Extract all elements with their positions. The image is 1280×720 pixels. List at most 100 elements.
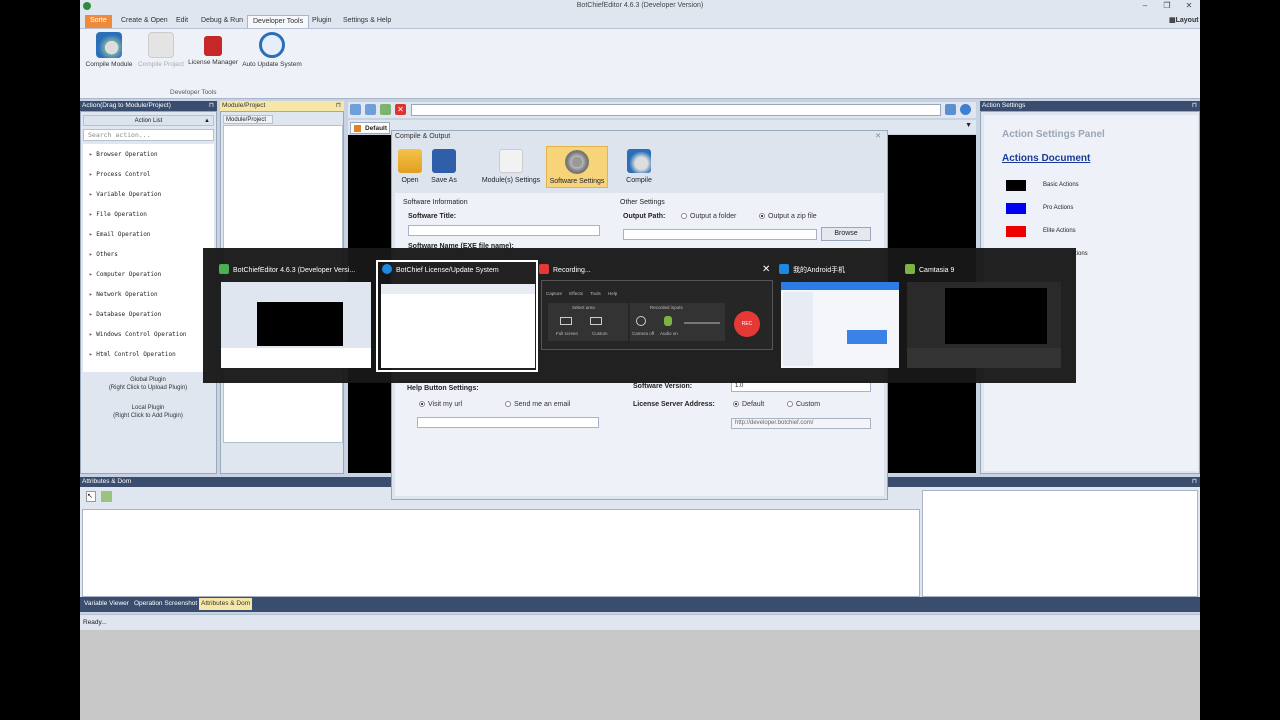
app-icon: [905, 264, 915, 274]
tab-attributes-dom[interactable]: Attributes & Dom: [199, 598, 253, 610]
menu-create-open[interactable]: Create & Open: [116, 15, 173, 28]
auto-update-button[interactable]: Auto Update System: [241, 32, 303, 68]
action-email-operation[interactable]: Email Operation: [89, 231, 150, 238]
url-input[interactable]: [411, 104, 941, 116]
switcher-title-text: BotChief License/Update System: [396, 267, 499, 274]
tab-default[interactable]: Default: [350, 122, 390, 134]
actions-document-link[interactable]: Actions Document: [1002, 153, 1090, 164]
action-list-header[interactable]: Action List ▲: [83, 115, 214, 126]
compile-module-button[interactable]: Compile Module: [85, 32, 133, 68]
rec-inputs-label: Recorded inputs: [650, 305, 683, 310]
search-input[interactable]: Search action...: [83, 129, 214, 141]
tab-default-label: Default: [365, 125, 388, 132]
pin-icon[interactable]: ⊓: [1192, 477, 1197, 487]
minimize-button[interactable]: –: [1138, 1, 1152, 11]
default-radio[interactable]: Default: [733, 401, 764, 408]
action-computer-operation[interactable]: Computer Operation: [89, 271, 161, 278]
rec-select-area: Select area Full screen Custom: [548, 303, 628, 341]
switcher-title-text: Camtasia 9: [919, 267, 955, 274]
module-tab[interactable]: Module/Project: [223, 115, 273, 124]
compile-button[interactable]: Compile: [622, 149, 656, 184]
switcher-item-android[interactable]: 我的Android手机: [779, 262, 901, 370]
output-zip-radio[interactable]: Output a zip file: [759, 213, 817, 220]
save-as-button[interactable]: Save As: [428, 149, 460, 184]
menu-home[interactable]: Sorte: [85, 15, 112, 28]
output-path-input[interactable]: [623, 229, 817, 240]
software-settings-label: Software Settings: [549, 178, 605, 185]
go-icon[interactable]: [945, 104, 956, 115]
action-variable-operation[interactable]: Variable Operation: [89, 191, 161, 198]
local-plugin[interactable]: Local Plugin (Right Click to Add Plugin): [81, 404, 215, 420]
close-button[interactable]: ✕: [1182, 1, 1196, 11]
folder-icon: [398, 149, 422, 173]
action-browser-operation[interactable]: Browser Operation: [89, 151, 157, 158]
switcher-title-text: 我的Android手机: [793, 267, 846, 274]
switcher-item-license-system[interactable]: BotChief License/Update System: [376, 260, 538, 372]
action-file-operation[interactable]: File Operation: [89, 211, 147, 218]
lock-icon: [204, 36, 222, 56]
rec-custom-label: Custom: [592, 331, 608, 336]
close-icon[interactable]: ✕: [762, 264, 770, 275]
output-folder-radio[interactable]: Output a folder: [681, 213, 736, 220]
task-switcher: BotChiefEditor 4.6.3 (Developer Versi...…: [203, 248, 1076, 383]
action-settings-header: Action Settings ⊓: [980, 101, 1200, 111]
pin-icon[interactable]: ⊓: [1192, 101, 1197, 111]
pin-icon[interactable]: ⊓: [209, 101, 214, 111]
action-others[interactable]: Others: [89, 251, 118, 258]
action-process-control[interactable]: Process Control: [89, 171, 150, 178]
global-plugin[interactable]: Global Plugin (Right Click to Upload Plu…: [81, 376, 215, 392]
menu-debug-run[interactable]: Debug & Run: [196, 15, 248, 28]
open-button[interactable]: Open: [398, 149, 422, 184]
pin-icon[interactable]: ⊓: [336, 101, 341, 111]
menu-settings-help[interactable]: Settings & Help: [338, 15, 396, 28]
tab-operation-screenshot[interactable]: Operation Screenshot: [134, 600, 197, 607]
server-url-input[interactable]: http://developer.botchief.com/: [731, 418, 871, 429]
software-settings-button[interactable]: Software Settings: [546, 146, 608, 188]
app-icon: [539, 264, 549, 274]
compile-project-label: Compile Project: [138, 61, 184, 68]
license-server-label: License Server Address:: [633, 401, 715, 408]
maximize-button[interactable]: ❐: [1160, 1, 1174, 11]
send-email-radio[interactable]: Send me an email: [505, 401, 570, 408]
refresh-icon[interactable]: [380, 104, 391, 115]
radio-dot: [733, 401, 739, 407]
cursor-select-icon[interactable]: ↖: [86, 491, 96, 502]
module-panel-header: Module/Project ⊓: [220, 101, 344, 111]
menu-plugin[interactable]: Plugin: [307, 15, 336, 28]
custom-radio[interactable]: Custom: [787, 401, 820, 408]
switcher-item-botchief-editor[interactable]: BotChiefEditor 4.6.3 (Developer Versi...: [219, 262, 372, 370]
tab-dropdown-icon[interactable]: ▼: [965, 122, 972, 129]
switcher-item-title: BotChiefEditor 4.6.3 (Developer Versi...: [219, 264, 369, 276]
browse-button[interactable]: Browse: [821, 227, 871, 241]
editor-toolbar: ✕: [348, 102, 976, 118]
stop-icon[interactable]: ✕: [395, 104, 406, 115]
disc-icon: [627, 149, 651, 173]
highlight-icon[interactable]: [101, 491, 112, 502]
license-manager-button[interactable]: License Manager: [188, 32, 238, 66]
menu-edit[interactable]: Edit: [171, 15, 193, 28]
action-windows-control[interactable]: Windows Control Operation: [89, 331, 186, 338]
dialog-close-icon[interactable]: ✕: [875, 131, 881, 143]
settings-icon[interactable]: [960, 104, 971, 115]
layout-label: Layout: [1175, 17, 1199, 24]
window-thumbnail: [381, 284, 535, 368]
dialog-title-bar: Compile & Output ✕: [392, 131, 887, 143]
modules-settings-button[interactable]: Module(s) Settings: [478, 149, 544, 184]
collapse-icon[interactable]: ▲: [204, 116, 210, 126]
software-title-input[interactable]: [408, 225, 600, 236]
dialog-title: Compile & Output: [395, 133, 451, 140]
switcher-item-recording[interactable]: Recording... ✕ Capture Effects Tools Hel…: [539, 262, 775, 370]
menu-developer-tools[interactable]: Developer Tools: [247, 15, 310, 28]
layout-button[interactable]: ▦Layout: [1164, 15, 1200, 28]
back-icon[interactable]: [350, 104, 361, 115]
tab-variable-viewer[interactable]: Variable Viewer: [84, 600, 129, 607]
compile-project-button[interactable]: Compile Project: [136, 32, 186, 68]
action-html-control[interactable]: Html Control Operation: [89, 351, 175, 358]
action-database-operation[interactable]: Database Operation: [89, 311, 161, 318]
switcher-item-camtasia[interactable]: Camtasia 9: [905, 262, 1063, 370]
forward-icon[interactable]: [365, 104, 376, 115]
visit-url-radio[interactable]: Visit my url: [419, 401, 462, 408]
action-network-operation[interactable]: Network Operation: [89, 291, 157, 298]
help-url-input[interactable]: [417, 417, 599, 428]
ribbon: Compile Module Compile Project License M…: [80, 29, 1200, 99]
